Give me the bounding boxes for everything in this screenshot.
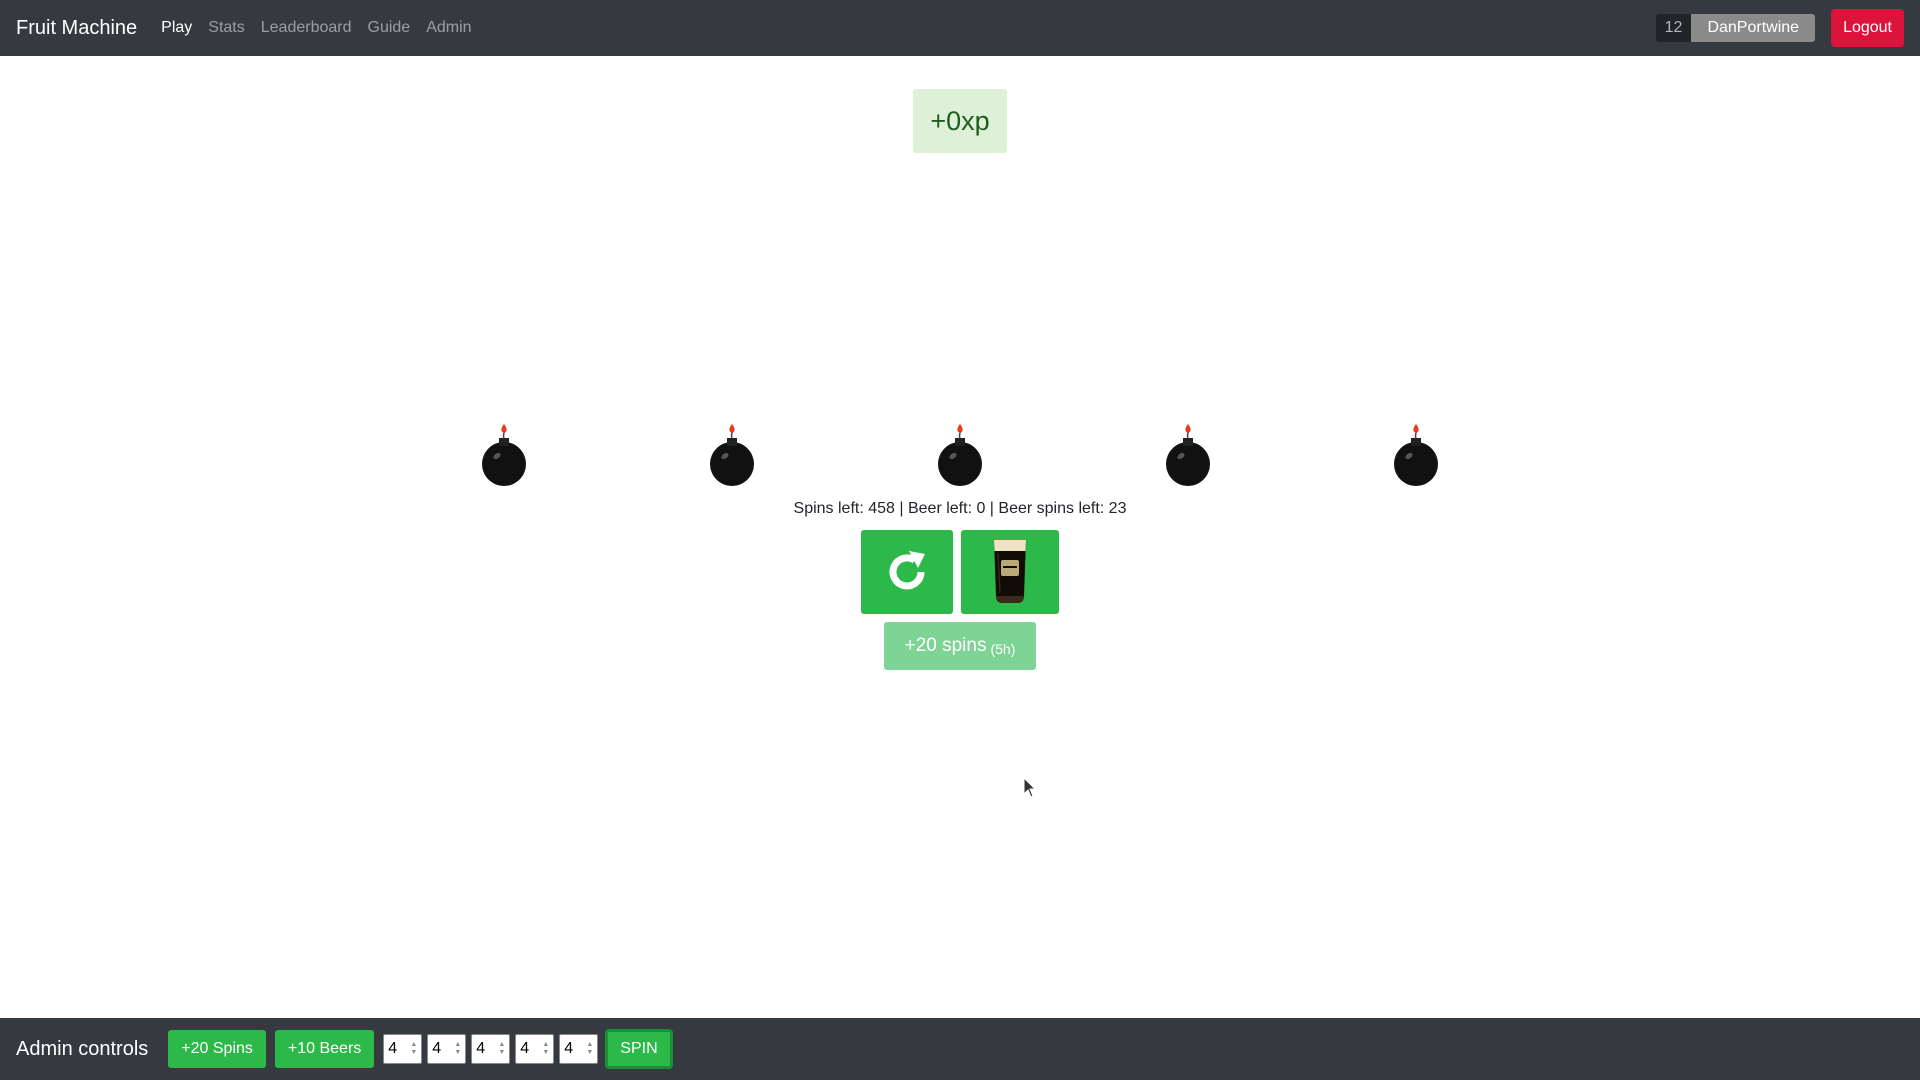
bomb-icon <box>710 424 754 486</box>
nav-link-admin[interactable]: Admin <box>426 19 471 37</box>
username-button[interactable]: DanPortwine <box>1691 14 1816 42</box>
bomb-icon <box>1394 424 1438 486</box>
reel-5-input[interactable]: 4 ▲ ▼ <box>559 1034 599 1064</box>
spin-reels-button[interactable] <box>861 530 953 614</box>
top-navbar: Fruit Machine Play Stats Leaderboard Gui… <box>0 0 1920 56</box>
reel-1-value: 4 <box>388 1040 398 1057</box>
reel-2-input[interactable]: 4 ▲ ▼ <box>427 1034 467 1064</box>
reel-3-input[interactable]: 4 ▲ ▼ <box>471 1034 511 1064</box>
reel-4-value: 4 <box>520 1040 530 1057</box>
stepper-icon[interactable]: ▲ ▼ <box>498 1041 505 1057</box>
admin-spin-button[interactable]: SPIN <box>605 1029 673 1069</box>
level-badge: 12 <box>1655 14 1692 42</box>
reel-1-input[interactable]: 4 ▲ ▼ <box>383 1034 423 1064</box>
spins-status: Spins left: 458 | Beer left: 0 | Beer sp… <box>793 500 1127 517</box>
reel-3-value: 4 <box>476 1040 486 1057</box>
nav-link-leaderboard[interactable]: Leaderboard <box>261 19 352 37</box>
refresh-icon <box>889 551 925 590</box>
bomb-icon <box>1166 424 1210 486</box>
stepper-icon[interactable]: ▲ ▼ <box>542 1041 549 1057</box>
xp-badge: +0xp <box>913 89 1007 153</box>
claim-spins-label: +20 spins <box>904 635 987 656</box>
beer-spin-button[interactable] <box>961 530 1059 614</box>
bomb-icon <box>482 424 526 486</box>
guinness-pint-icon <box>994 540 1026 603</box>
mouse-cursor-icon <box>1023 777 1037 798</box>
nav-link-play[interactable]: Play <box>161 19 192 37</box>
bomb-icon <box>938 424 982 486</box>
nav-link-guide[interactable]: Guide <box>368 19 411 37</box>
admin-controls-title: Admin controls <box>16 1037 149 1060</box>
brand-title[interactable]: Fruit Machine <box>16 17 137 40</box>
reel-2-value: 4 <box>432 1040 442 1057</box>
logout-button[interactable]: Logout <box>1831 9 1904 47</box>
user-group: 12 DanPortwine <box>1655 14 1816 42</box>
add-20-spins-button[interactable]: +20 Spins <box>168 1030 266 1068</box>
nav-links: Play Stats Leaderboard Guide Admin <box>161 19 487 37</box>
add-10-beers-button[interactable]: +10 Beers <box>274 1030 375 1068</box>
claim-spins-timer: (5h) <box>990 640 1016 657</box>
stepper-icon[interactable]: ▲ ▼ <box>454 1041 461 1057</box>
nav-right: 12 DanPortwine Logout <box>1655 9 1904 47</box>
stepper-icon[interactable]: ▲ ▼ <box>410 1041 417 1057</box>
claim-spins-button[interactable]: +20 spins (5h) <box>884 622 1036 670</box>
nav-link-stats[interactable]: Stats <box>208 19 244 37</box>
admin-controls-bar: Admin controls +20 Spins +10 Beers 4 ▲ ▼ … <box>0 1018 1920 1080</box>
reel-4-input[interactable]: 4 ▲ ▼ <box>515 1034 555 1064</box>
stepper-icon[interactable]: ▲ ▼ <box>586 1041 593 1057</box>
reel-5-value: 4 <box>564 1040 574 1057</box>
